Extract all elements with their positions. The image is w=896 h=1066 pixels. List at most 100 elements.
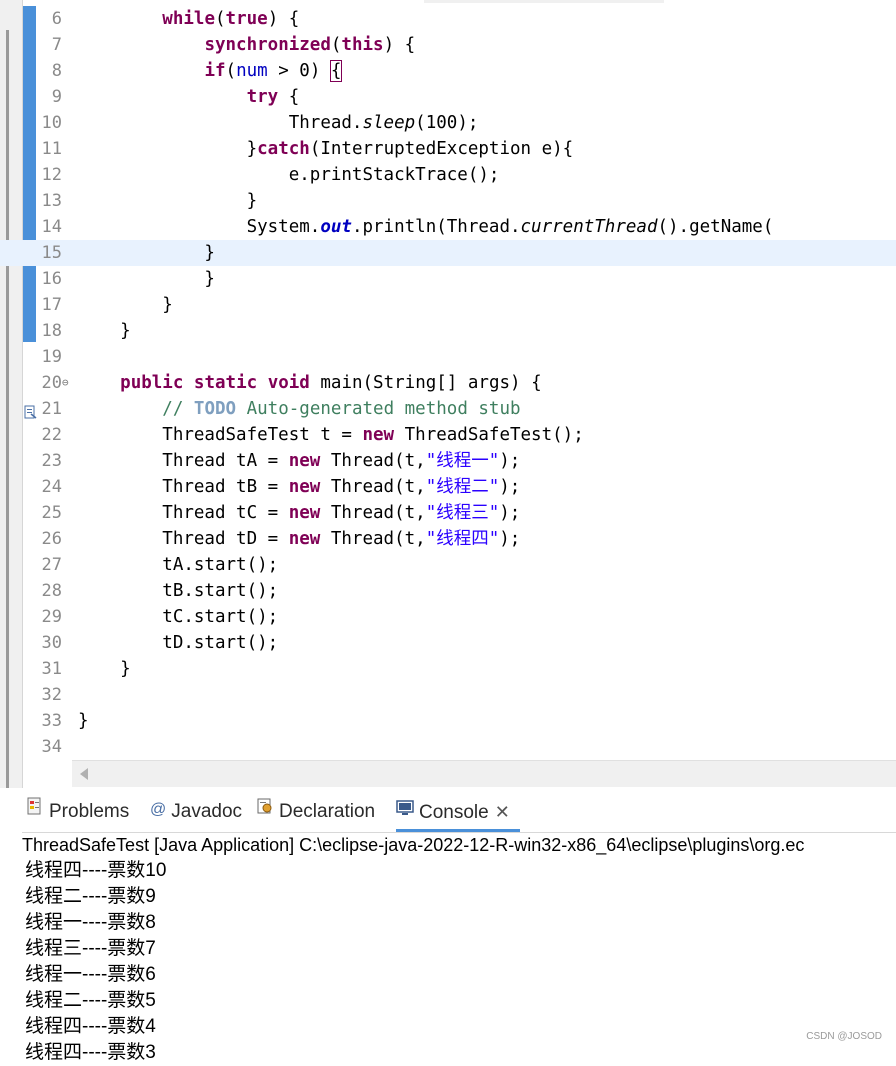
code-text: } [78, 269, 215, 289]
code-text: } [78, 711, 89, 731]
console-output-line: 线程二----票数9 [25, 886, 156, 907]
code-text: System.out.println(Thread.currentThread(… [78, 217, 774, 237]
code-text: tC.start(); [78, 607, 279, 627]
code-line[interactable]: 25 Thread tC = new Thread(t,"线程三"); [0, 500, 896, 526]
line-number: 34 [41, 737, 62, 757]
line-number: 16 [41, 269, 62, 289]
line-number: 6 [51, 9, 62, 29]
line-number: 25 [41, 503, 62, 523]
console-output-line: 线程四----票数4 [25, 1016, 156, 1037]
code-line[interactable]: 14 System.out.println(Thread.currentThre… [0, 214, 896, 240]
line-number: 14 [41, 217, 62, 237]
code-text: tD.start(); [78, 633, 279, 653]
console-output-line: 线程二----票数5 [25, 990, 156, 1011]
code-line[interactable]: 31 } [0, 656, 896, 682]
line-number: 22 [41, 425, 62, 445]
code-line[interactable]: 19 [0, 344, 896, 370]
code-line[interactable]: 33} [0, 708, 896, 734]
line-number: 9 [51, 87, 62, 107]
task-marker-icon[interactable] [23, 401, 37, 419]
console-icon [396, 791, 414, 831]
line-number: 32 [41, 685, 62, 705]
console-output[interactable]: 线程四----票数10 线程二----票数9 线程一----票数8 线程三----票数… [25, 858, 166, 1066]
tab-console[interactable]: Console ✕ [396, 792, 520, 832]
code-line[interactable]: 12 e.printStackTrace(); [0, 162, 896, 188]
tab-console-label: Console [419, 802, 489, 823]
code-line[interactable]: 6 while(true) { [0, 6, 896, 32]
code-line[interactable]: 23 Thread tA = new Thread(t,"线程一"); [0, 448, 896, 474]
code-line[interactable]: 9 try { [0, 84, 896, 110]
code-text: Thread tC = new Thread(t,"线程三"); [78, 503, 521, 523]
line-number: 20 [41, 373, 62, 393]
code-line[interactable]: 10 Thread.sleep(100); [0, 110, 896, 136]
fold-collapse-icon[interactable]: ⊖ [62, 370, 69, 396]
code-text: tA.start(); [78, 555, 279, 575]
code-editor[interactable]: 6 while(true) {7 synchronized(this) {8 i… [0, 0, 896, 788]
code-line[interactable]: 16 } [0, 266, 896, 292]
line-number: 11 [41, 139, 62, 159]
console-output-line: 线程一----票数6 [25, 964, 156, 985]
code-line[interactable]: 26 Thread tD = new Thread(t,"线程四"); [0, 526, 896, 552]
line-number: 33 [41, 711, 62, 731]
code-line[interactable]: 17 } [0, 292, 896, 318]
line-number: 12 [41, 165, 62, 185]
console-output-line: 线程四----票数3 [25, 1042, 156, 1063]
tab-declaration[interactable]: Declaration [256, 792, 375, 832]
code-text: while(true) { [162, 9, 300, 29]
code-text: } [78, 191, 258, 211]
code-line[interactable]: 27 tA.start(); [0, 552, 896, 578]
line-number: 23 [41, 451, 62, 471]
code-text: synchronized(this) { [204, 35, 416, 55]
line-number: 10 [41, 113, 62, 133]
code-text: }catch(InterruptedException e){ [78, 139, 574, 159]
tab-problems[interactable]: Problems [26, 792, 129, 832]
code-line[interactable]: 24 Thread tB = new Thread(t,"线程二"); [0, 474, 896, 500]
code-text: tB.start(); [78, 581, 279, 601]
code-text: Thread tA = new Thread(t,"线程一"); [78, 451, 521, 471]
line-number: 26 [41, 529, 62, 549]
code-text: // TODO Auto-generated method stub [162, 399, 521, 419]
code-line[interactable]: 32 [0, 682, 896, 708]
editor-top-strip [424, 0, 664, 3]
line-number: 29 [41, 607, 62, 627]
code-line[interactable]: 13 } [0, 188, 896, 214]
watermark: CSDN @JOSOD [806, 1031, 882, 1042]
code-text: } [78, 243, 215, 263]
console-process-title: ThreadSafeTest [Java Application] C:\ecl… [22, 835, 805, 855]
code-text: if(num > 0) { [204, 60, 343, 82]
code-text: } [78, 659, 131, 679]
line-number: 8 [51, 61, 62, 81]
close-icon[interactable]: ✕ [495, 802, 510, 822]
code-text: } [78, 295, 173, 315]
code-text: Thread tD = new Thread(t,"线程四"); [78, 529, 521, 549]
code-line[interactable]: 15 } [0, 240, 896, 266]
tab-javadoc[interactable]: @ Javadoc [150, 792, 242, 832]
code-text: Thread.sleep(100); [78, 113, 479, 133]
line-number: 21 [41, 399, 62, 419]
line-number: 18 [41, 321, 62, 341]
code-line[interactable]: 28 tB.start(); [0, 578, 896, 604]
line-number: 13 [41, 191, 62, 211]
code-line[interactable]: 21 // TODO Auto-generated method stub [0, 396, 896, 422]
horizontal-scrollbar[interactable] [72, 760, 896, 787]
code-line[interactable]: 30 tD.start(); [0, 630, 896, 656]
javadoc-at-icon: @ [150, 801, 167, 818]
code-line[interactable]: 34 [0, 734, 896, 760]
line-number: 30 [41, 633, 62, 653]
code-text: try { [246, 87, 300, 107]
code-line[interactable]: 20 ⊖ public static void main(String[] arg… [0, 370, 896, 396]
line-number: 7 [51, 35, 62, 55]
code-lines[interactable]: 6 while(true) {7 synchronized(this) {8 i… [0, 6, 896, 760]
code-text: ThreadSafeTest t = new ThreadSafeTest(); [78, 425, 584, 445]
line-number: 19 [41, 347, 62, 367]
view-tab-bar: Problems @ Javadoc Declaration Console ✕ [22, 792, 896, 833]
code-line[interactable]: 22 ThreadSafeTest t = new ThreadSafeTest… [0, 422, 896, 448]
console-output-line: 线程一----票数8 [25, 912, 156, 933]
tab-problems-label: Problems [49, 801, 130, 823]
code-line[interactable]: 29 tC.start(); [0, 604, 896, 630]
code-line[interactable]: 18 } [0, 318, 896, 344]
code-line[interactable]: 7 synchronized(this) { [0, 32, 896, 58]
code-line[interactable]: 11 }catch(InterruptedException e){ [0, 136, 896, 162]
scroll-left-icon[interactable] [80, 768, 88, 780]
code-line[interactable]: 8 if(num > 0) { [0, 58, 896, 84]
